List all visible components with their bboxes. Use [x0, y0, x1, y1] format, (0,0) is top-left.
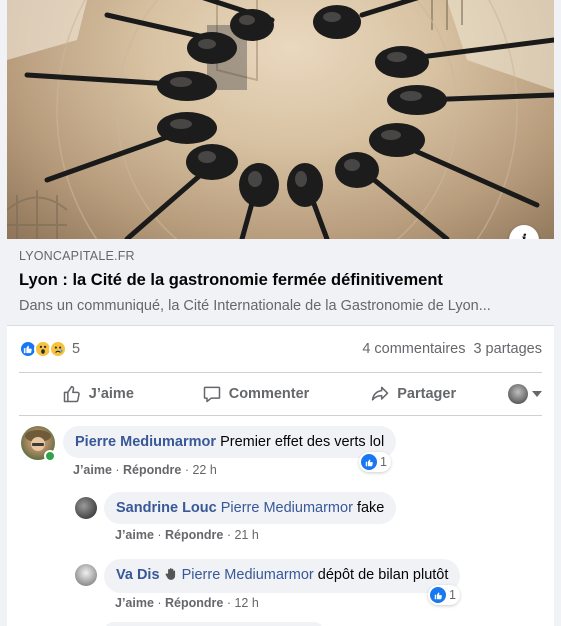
comment-author[interactable]: Pierre Mediumarmor [75, 434, 216, 450]
sad-icon [49, 340, 67, 358]
comment-like-link[interactable]: J’aime [115, 528, 154, 542]
link-preview-image[interactable] [7, 0, 554, 239]
online-status-icon [44, 450, 56, 462]
comment-like-link[interactable]: J’aime [115, 596, 154, 610]
share-button-label: Partager [397, 386, 457, 402]
comment-bubble: Sandrine Louc Pierre Mediumarmor fake [104, 492, 397, 524]
post-stats: 5 4 commentaires 3 partages [19, 335, 542, 363]
comment-meta: J’aime · Répondre · 22 h [73, 463, 217, 477]
comment-reply-link[interactable]: Répondre [165, 596, 223, 610]
like-button[interactable]: J’aime [19, 384, 177, 404]
link-domain: LYONCAPITALE.FR [19, 249, 135, 263]
comment-like-count: 1 [380, 455, 387, 469]
chevron-down-icon [532, 391, 543, 397]
like-icon [430, 587, 446, 603]
comment-icon [203, 386, 220, 403]
comment-like-badge[interactable]: 1 [359, 452, 391, 472]
comment-time[interactable]: 22 h [192, 463, 216, 477]
share-button[interactable]: Partager [334, 384, 492, 404]
comment-bubble: Pierre Mediumarmor Premier effet des ver… [63, 426, 397, 458]
profile-avatar-icon [508, 384, 529, 404]
comment-like-badge[interactable]: 1 [428, 585, 460, 605]
comment-reply-link[interactable]: Répondre [165, 528, 223, 542]
comment-bubble: Va Dis Pierre Mediumarmor dépôt de bilan… [104, 559, 461, 593]
comment-text: fake [356, 500, 385, 516]
reaction-count: 5 [72, 341, 81, 357]
comment-bubble [104, 622, 324, 626]
comment-time[interactable]: 21 h [234, 528, 258, 542]
comment-text: dépôt de bilan plutôt [317, 567, 449, 583]
like-button-label: J’aime [88, 386, 134, 402]
comments-count[interactable]: 4 commentaires [362, 341, 465, 357]
reply-comment [75, 564, 97, 586]
reaction-profile-selector[interactable] [492, 384, 543, 404]
like-icon [361, 454, 377, 470]
avatar[interactable] [75, 497, 97, 519]
comment-meta: J’aime · Répondre · 12 h [115, 596, 259, 610]
comment-mention[interactable]: Pierre Mediumarmor [182, 567, 314, 583]
comment-time[interactable]: 12 h [234, 596, 258, 610]
comment-reply-link[interactable]: Répondre [123, 463, 181, 477]
comment-text: Premier effet des verts lol [220, 434, 385, 450]
comment-meta: J’aime · Répondre · 21 h [115, 528, 259, 542]
link-description: Dans un communiqué, la Cité Internationa… [19, 298, 491, 314]
link-preview[interactable]: LYONCAPITALE.FR Lyon : la Cité de la gas… [7, 239, 554, 326]
reply-comment [75, 497, 97, 519]
comment-mention[interactable]: Pierre Mediumarmor [221, 500, 353, 516]
avatar[interactable] [75, 564, 97, 586]
post-card: i LYONCAPITALE.FR Lyon : la Cité de la g… [7, 0, 554, 626]
comment-button-label: Commenter [228, 386, 310, 402]
thumbs-up-icon [63, 385, 80, 403]
link-title[interactable]: Lyon : la Cité de la gastronomie fermée … [19, 271, 542, 290]
comment-author[interactable]: Va Dis [116, 567, 160, 583]
wave-hand-icon [164, 567, 178, 585]
shares-count[interactable]: 3 partages [473, 341, 542, 357]
comment-like-count: 1 [449, 588, 456, 602]
comment-button[interactable]: Commenter [177, 384, 335, 404]
post-action-bar: J’aime Commenter Partager [19, 372, 543, 416]
comment-author[interactable]: Sandrine Louc [116, 500, 217, 516]
share-icon [372, 386, 389, 401]
reactions-summary[interactable]: 5 [19, 340, 80, 358]
spoons-chandelier-image [7, 0, 554, 239]
comment-like-link[interactable]: J’aime [73, 463, 112, 477]
